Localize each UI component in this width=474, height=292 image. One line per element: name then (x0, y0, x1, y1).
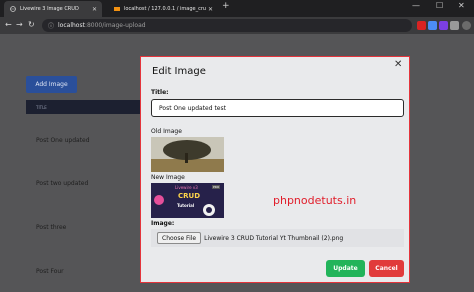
title-label: Title: (151, 89, 169, 96)
table-row: Post One updated (36, 137, 90, 144)
address-bar-row: ← → ↻ ⓘ localhost:8000/image-upload (0, 17, 474, 34)
update-button[interactable]: Update (326, 260, 365, 277)
tab-phpmyadmin[interactable]: localhost / 127.0.0.1 / image_cru ✕ (108, 1, 218, 17)
new-tab-button[interactable]: + (222, 1, 230, 11)
file-input[interactable]: Choose File Livewire 3 CRUD Tutorial Yt … (151, 229, 404, 247)
file-name: Livewire 3 CRUD Tutorial Yt Thumbnail (2… (204, 234, 344, 242)
edit-image-modal: Edit Image ✕ Title: Old Image New Image … (140, 56, 410, 283)
cancel-button[interactable]: Cancel (369, 260, 404, 277)
table-header-title: TITLE (26, 100, 141, 114)
thumbnail-line1: Livewire v3 (175, 185, 198, 190)
table-row: Post two updated (36, 180, 89, 187)
thumbnail-line2: CRUD (178, 192, 201, 200)
url-input[interactable]: ⓘ localhost:8000/image-upload (42, 19, 412, 32)
thumbnail-badge: PRO (212, 185, 221, 189)
old-image-label: Old Image (151, 128, 182, 135)
tab-label: Livewire 3 Image CRUD (20, 6, 79, 12)
table-row: Post three (36, 224, 67, 231)
profile-avatar[interactable] (462, 21, 471, 30)
globe-icon (10, 6, 16, 12)
extension-icon[interactable] (450, 21, 459, 30)
maximize-button[interactable]: ☐ (436, 1, 443, 10)
extension-icon[interactable] (439, 21, 448, 30)
image-label: Image: (151, 220, 175, 227)
modal-title: Edit Image (152, 66, 206, 77)
title-input[interactable] (151, 99, 404, 117)
tab-livewire-image-crud[interactable]: Livewire 3 Image CRUD ✕ (4, 1, 102, 17)
close-window-button[interactable]: ✕ (458, 1, 465, 10)
add-image-button[interactable]: Add Image (26, 76, 77, 93)
old-image-preview (151, 137, 224, 172)
new-image-label: New Image (151, 174, 185, 181)
tab-close-icon[interactable]: ✕ (208, 6, 213, 13)
new-image-preview: Livewire v3 CRUD Tutorial PRO (151, 183, 224, 218)
close-icon[interactable]: ✕ (394, 59, 402, 70)
extension-icon[interactable] (417, 21, 426, 30)
url-path: :8000/image-upload (84, 22, 146, 29)
phpmyadmin-icon (114, 6, 120, 12)
choose-file-button[interactable]: Choose File (157, 232, 202, 244)
reload-icon[interactable]: ↻ (28, 20, 35, 29)
url-host: localhost (58, 22, 85, 29)
brand-text: phpnodetuts.in (273, 194, 357, 207)
back-icon[interactable]: ← (5, 20, 12, 29)
tab-bar: Livewire 3 Image CRUD ✕ localhost / 127.… (0, 0, 474, 17)
thumbnail-line3: Tutorial (177, 203, 195, 208)
forward-icon[interactable]: → (16, 20, 23, 29)
minimize-button[interactable]: — (412, 1, 420, 10)
tab-label: localhost / 127.0.0.1 / image_cru (124, 6, 207, 12)
tab-close-icon[interactable]: ✕ (92, 6, 97, 13)
extension-icon[interactable] (428, 21, 437, 30)
info-icon: ⓘ (48, 23, 55, 30)
table-row: Post Four (36, 268, 64, 275)
